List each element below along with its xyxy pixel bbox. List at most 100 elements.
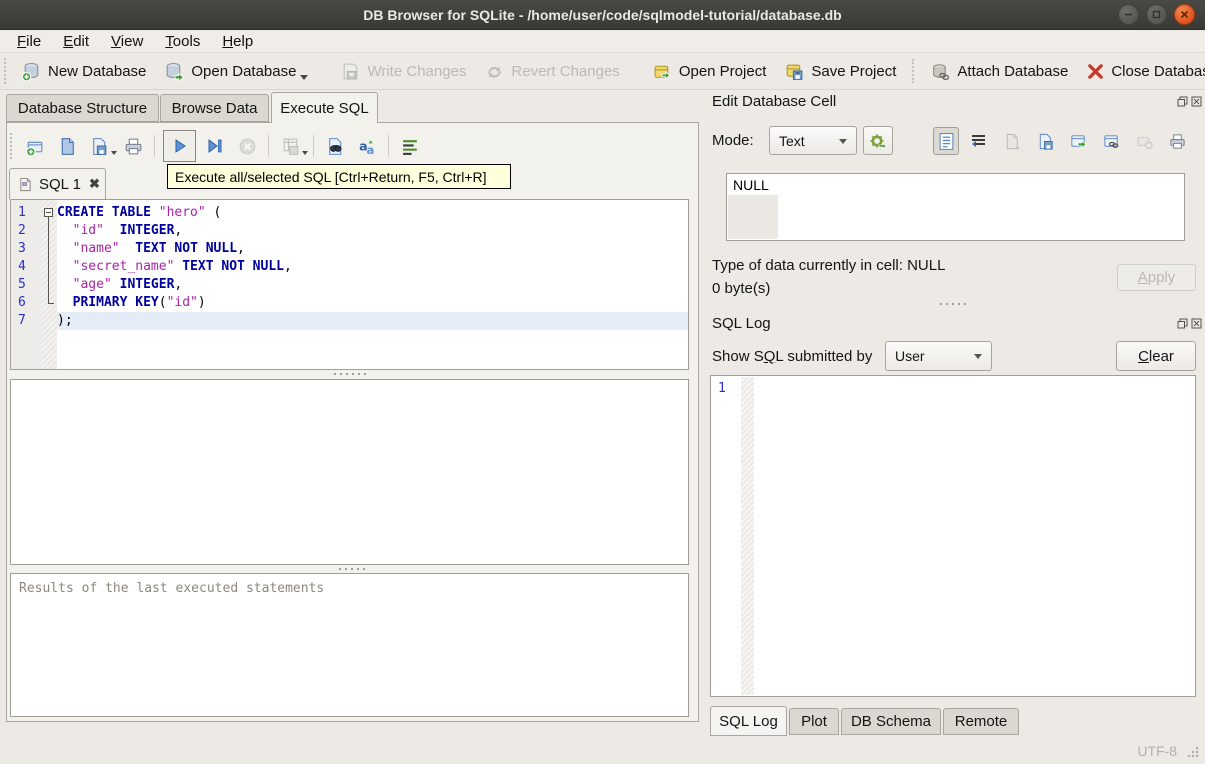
tab-remote[interactable]: Remote: [943, 708, 1019, 735]
mode-select[interactable]: Text: [769, 126, 857, 155]
word-wrap-icon: [402, 139, 417, 155]
sql-document-tab[interactable]: SQL 1 ✖: [9, 168, 106, 199]
tab-browse-data[interactable]: Browse Data: [160, 94, 269, 122]
toolbar-separator: [912, 59, 915, 83]
resize-grip[interactable]: [1187, 746, 1199, 758]
execute-current-line-button[interactable]: [202, 133, 228, 159]
dock-splitter-handle[interactable]: [940, 303, 966, 305]
write-changes-icon: [344, 63, 358, 79]
write-changes-button: Write Changes: [331, 57, 475, 86]
clear-label: Clear: [1138, 347, 1174, 365]
title-bar[interactable]: DB Browser for SQLite - /home/user/code/…: [0, 0, 1205, 30]
sql-tab-close-icon[interactable]: ✖: [89, 176, 100, 192]
open-sql-file-button[interactable]: [54, 133, 80, 159]
attach-database-button[interactable]: Attach Database: [921, 57, 1077, 86]
attach-database-icon: [933, 63, 950, 80]
close-database-button[interactable]: Close Database: [1077, 58, 1205, 85]
tab-db-schema[interactable]: DB Schema: [841, 708, 941, 735]
menu-edit[interactable]: Edit: [52, 31, 100, 52]
print-cell-button[interactable]: [1164, 127, 1190, 155]
close-database-label: Close Database: [1111, 62, 1205, 80]
results-placeholder: Results of the last executed statements: [19, 581, 325, 596]
link-window-icon: [1103, 134, 1118, 148]
maximize-button[interactable]: [1146, 4, 1167, 25]
chevron-down-icon: [974, 354, 982, 359]
print-icon: [125, 138, 141, 154]
tab-plot[interactable]: Plot: [789, 708, 839, 735]
code-line[interactable]: 2 "id" INTEGER,: [11, 222, 688, 240]
results-message-pane[interactable]: Results of the last executed statements: [10, 573, 689, 717]
tab-execute-sql[interactable]: Execute SQL: [271, 92, 378, 123]
close-button[interactable]: [1174, 4, 1195, 25]
save-sql-file-icon: [92, 137, 106, 155]
menu-tools[interactable]: Tools: [154, 31, 211, 52]
new-database-button[interactable]: New Database: [12, 57, 155, 86]
dock-float-icon[interactable]: [1177, 318, 1188, 329]
results-grid-pane[interactable]: [10, 379, 689, 565]
code-line[interactable]: 5 "age" INTEGER,: [11, 276, 688, 294]
db-browser-window: DB Browser for SQLite - /home/user/code/…: [0, 0, 1205, 764]
find-replace-button[interactable]: [322, 133, 348, 159]
main-toolbar: New Database Open Database Write Changes: [0, 53, 1205, 90]
toolbar-drag-handle[interactable]: [4, 58, 6, 84]
attach-database-label: Attach Database: [957, 62, 1069, 80]
sql-log-filter-select[interactable]: User: [885, 341, 992, 371]
sql-code-lines[interactable]: 1 CREATE TABLE "hero" (2 "id" INTEGER, 3 "…: [11, 204, 688, 330]
minimize-button[interactable]: [1118, 4, 1139, 25]
save-results-icon: [283, 138, 298, 155]
copy-link-button[interactable]: [1098, 127, 1124, 155]
dock-close-icon[interactable]: [1191, 96, 1202, 107]
sql-log-view[interactable]: 1: [710, 375, 1196, 697]
code-line[interactable]: 6 PRIMARY KEY("id"): [11, 294, 688, 312]
code-line[interactable]: 7);: [11, 312, 688, 330]
fold-collapse-icon[interactable]: [44, 208, 53, 217]
import-data-button: [999, 127, 1025, 155]
text-mode-button[interactable]: [933, 127, 959, 155]
remove-cell-button: [1131, 127, 1157, 155]
remove-icon: [1136, 136, 1153, 149]
splitter-handle[interactable]: [334, 373, 366, 375]
cell-word-wrap-button[interactable]: [966, 127, 992, 155]
open-external-button[interactable]: [1065, 127, 1091, 155]
show-sql-filter-label: Show SQL submitted by: [712, 348, 873, 365]
dock-float-icon[interactable]: [1177, 96, 1188, 107]
fold-guide-line: [48, 217, 49, 303]
save-sql-file-button[interactable]: [86, 133, 112, 159]
open-database-label: Open Database: [191, 62, 297, 80]
export-data-button[interactable]: [1032, 127, 1058, 155]
sql-toolbar-separator: [268, 135, 269, 157]
code-line[interactable]: 4 "secret_name" TEXT NOT NULL,: [11, 258, 688, 276]
print-sql-button[interactable]: [120, 133, 146, 159]
clear-log-button[interactable]: Clear: [1116, 341, 1196, 371]
dock-close-icon[interactable]: [1191, 318, 1202, 329]
open-database-button[interactable]: Open Database: [155, 57, 317, 86]
window-title: DB Browser for SQLite - /home/user/code/…: [363, 6, 842, 23]
open-sql-file-icon: [61, 137, 74, 155]
open-project-button[interactable]: Open Project: [643, 57, 776, 86]
menu-help[interactable]: Help: [211, 31, 264, 52]
text-document-icon: [939, 132, 953, 150]
new-sql-tab-button[interactable]: [22, 133, 48, 159]
format-sql-button[interactable]: a a: [354, 133, 380, 159]
save-project-button[interactable]: Save Project: [775, 57, 905, 86]
stop-button: [234, 133, 260, 159]
auto-switch-mode-button[interactable]: [863, 126, 893, 155]
splitter-handle[interactable]: [339, 568, 365, 570]
menu-view[interactable]: View: [100, 31, 154, 52]
execute-all-button[interactable]: [163, 130, 196, 162]
sql-toolbar: a a: [10, 129, 426, 163]
word-wrap-button[interactable]: [397, 133, 423, 159]
tab-database-structure[interactable]: Database Structure: [6, 94, 159, 122]
encoding-indicator[interactable]: UTF-8: [1137, 743, 1177, 759]
log-fold-margin: [741, 377, 754, 695]
code-line[interactable]: 1 CREATE TABLE "hero" (: [11, 204, 688, 222]
save-sql-dropdown-icon[interactable]: [111, 151, 117, 155]
sql-toolbar-drag-handle[interactable]: [10, 133, 14, 159]
sql-editor[interactable]: 1 CREATE TABLE "hero" (2 "id" INTEGER, 3 "…: [10, 199, 689, 370]
format-sql-icon: a a: [359, 138, 374, 156]
open-database-dropdown-icon[interactable]: [300, 74, 309, 80]
cell-value-editor[interactable]: NULL: [726, 173, 1185, 241]
code-line[interactable]: 3 "name" TEXT NOT NULL,: [11, 240, 688, 258]
tab-sql-log[interactable]: SQL Log: [710, 706, 787, 736]
menu-file[interactable]: File: [6, 31, 52, 52]
